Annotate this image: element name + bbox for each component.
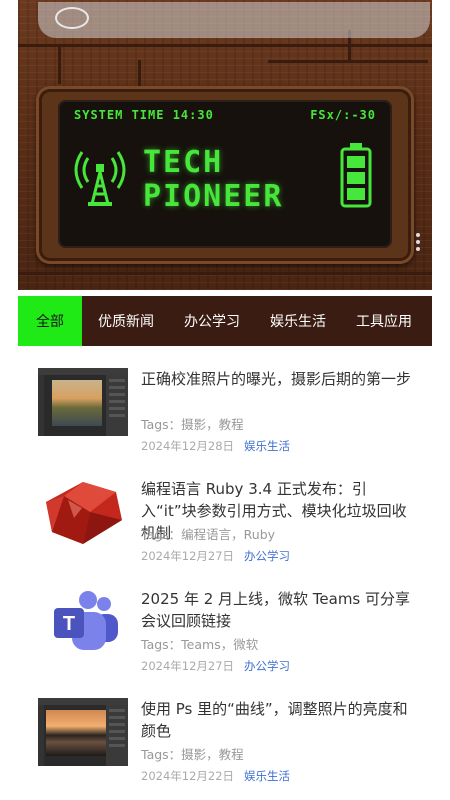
article-meta: 2024年12月27日 办公学习 xyxy=(141,658,290,674)
article-category-link[interactable]: 办公学习 xyxy=(244,659,290,673)
connector-pins xyxy=(416,230,424,254)
article-item[interactable]: T 2025 年 2 月上线，微软 Teams 可分享会议回顾链接 Tags：T… xyxy=(38,588,418,688)
hero-title-line1: TECH xyxy=(143,145,224,180)
photoshop-lake-thumbnail[interactable] xyxy=(38,368,128,436)
tab-quality-news[interactable]: 优质新闻 xyxy=(82,296,166,346)
article-date: 2024年12月27日 xyxy=(141,659,235,673)
article-tags: Tags：摄影，教程 xyxy=(141,417,244,432)
article-item[interactable]: 使用 Ps 里的“曲线”，调整照片的亮度和颜色 Tags：摄影，教程 2024年… xyxy=(38,698,418,798)
article-title[interactable]: 正确校准照片的曝光，摄影后期的第一步 xyxy=(141,368,413,390)
article-meta: 2024年12月22日 娱乐生活 xyxy=(141,768,290,784)
article-tags: Tags：摄影，教程 xyxy=(141,747,244,762)
system-time-label: SYSTEM TIME 14:30 xyxy=(74,108,214,122)
article-item[interactable]: 正确校准照片的曝光，摄影后期的第一步 Tags：摄影，教程 2024年12月28… xyxy=(38,368,418,468)
teams-icon[interactable]: T xyxy=(38,588,128,656)
article-category-link[interactable]: 娱乐生活 xyxy=(244,439,290,453)
battery-icon xyxy=(340,143,372,208)
tab-entertainment[interactable]: 娱乐生活 xyxy=(252,296,338,346)
hero-title: TECH PIONEER xyxy=(143,146,283,214)
fps-label: FSx/:-30 xyxy=(310,108,376,122)
article-item[interactable]: 编程语言 Ruby 3.4 正式发布：引入“it”块参数引用方式、模块化垃圾回收… xyxy=(38,478,418,578)
search-bar[interactable] xyxy=(38,2,430,38)
hero-title-line2: PIONEER xyxy=(143,179,284,214)
article-meta: 2024年12月27日 办公学习 xyxy=(141,548,290,564)
tab-tools[interactable]: 工具应用 xyxy=(338,296,424,346)
article-meta: 2024年12月28日 娱乐生活 xyxy=(141,438,290,454)
category-tab-bar: 全部 优质新闻 办公学习 娱乐生活 工具应用 xyxy=(18,296,432,346)
photoshop-sunset-thumbnail[interactable] xyxy=(38,698,128,766)
article-category-link[interactable]: 娱乐生活 xyxy=(244,769,290,783)
retro-screen: SYSTEM TIME 14:30 FSx/:-30 TECH PIONEER xyxy=(58,100,392,248)
article-date: 2024年12月22日 xyxy=(141,769,235,783)
retro-screen-frame: SYSTEM TIME 14:30 FSx/:-30 TECH PIONEER xyxy=(36,86,414,264)
article-title[interactable]: 使用 Ps 里的“曲线”，调整照片的亮度和颜色 xyxy=(141,698,413,742)
article-date: 2024年12月27日 xyxy=(141,549,235,563)
tab-all[interactable]: 全部 xyxy=(18,296,82,346)
tab-office-study[interactable]: 办公学习 xyxy=(166,296,252,346)
svg-text:T: T xyxy=(63,613,75,635)
article-category-link[interactable]: 办公学习 xyxy=(244,549,290,563)
ruby-gem-icon[interactable] xyxy=(38,478,128,546)
article-tags: Tags：Teams，微软 xyxy=(141,637,259,652)
hero-banner[interactable]: SYSTEM TIME 14:30 FSx/:-30 TECH PIONEER xyxy=(18,0,432,290)
article-title[interactable]: 2025 年 2 月上线，微软 Teams 可分享会议回顾链接 xyxy=(141,588,413,632)
antenna-signal-icon xyxy=(74,151,126,206)
article-tags: Tags：编程语言，Ruby xyxy=(141,527,276,542)
article-date: 2024年12月28日 xyxy=(141,439,235,453)
search-icon[interactable] xyxy=(55,7,89,29)
